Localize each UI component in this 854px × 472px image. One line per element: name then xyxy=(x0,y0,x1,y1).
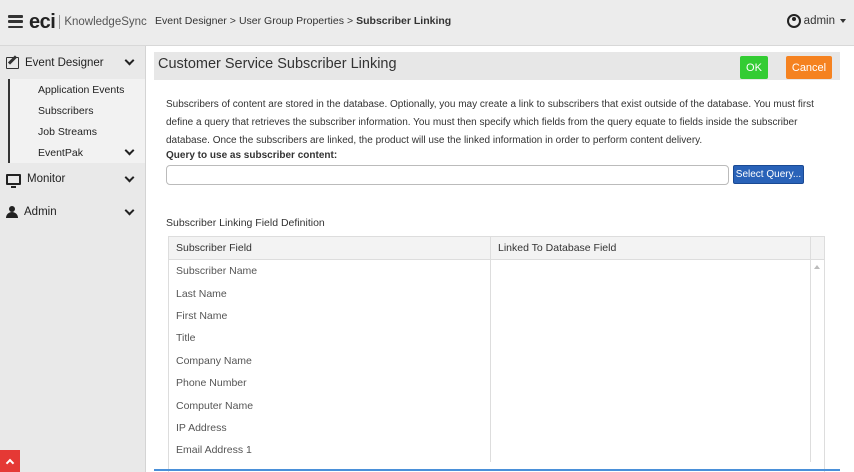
title-bar: Customer Service Subscriber Linking OK C… xyxy=(154,52,840,80)
subscriber-field-cell: Subscriber Name xyxy=(169,260,491,283)
breadcrumb: Event Designer > User Group Properties > Sub… xyxy=(155,15,451,27)
field-definition-grid: Subscriber Field Linked To Database Fiel… xyxy=(168,236,825,472)
subscriber-field-cell: Computer Name xyxy=(169,394,491,417)
subscriber-field-cell: Last Name xyxy=(169,282,491,305)
table-row[interactable]: Title xyxy=(169,327,824,350)
page-scrollbar[interactable] xyxy=(840,46,854,472)
main-panel: Customer Service Subscriber Linking OK C… xyxy=(154,46,840,472)
description-text: Subscribers of content are stored in the… xyxy=(166,99,814,146)
table-row[interactable]: Computer Name xyxy=(169,394,824,417)
table-row[interactable]: Email Address 1 xyxy=(169,439,824,462)
sidebar-item-monitor[interactable]: Monitor xyxy=(0,163,145,195)
sidebar-item-subscribers[interactable]: Subscribers xyxy=(10,100,145,121)
cancel-button[interactable]: Cancel xyxy=(786,56,832,79)
query-input[interactable] xyxy=(166,165,729,185)
grid-scrollbar[interactable] xyxy=(811,260,824,472)
sidebar-item-application-events[interactable]: Application Events xyxy=(10,79,145,100)
breadcrumb-item-user-group-properties[interactable]: User Group Properties xyxy=(239,15,344,27)
user-menu[interactable]: admin xyxy=(786,14,846,28)
breadcrumb-separator: > xyxy=(346,15,354,27)
table-row[interactable]: Subscriber Name xyxy=(169,260,824,283)
logo-brand: eci xyxy=(29,10,56,33)
breadcrumb-current: Subscriber Linking xyxy=(356,15,452,27)
subscriber-field-cell: First Name xyxy=(169,304,491,328)
scroll-up-icon[interactable] xyxy=(814,265,820,269)
app-logo[interactable]: eci KnowledgeSync xyxy=(29,11,147,33)
sidebar-item-event-designer[interactable]: Event Designer xyxy=(0,46,145,79)
sidebar-item-job-streams[interactable]: Job Streams xyxy=(10,121,145,142)
hamburger-menu-icon[interactable] xyxy=(8,15,23,28)
breadcrumb-separator: > xyxy=(229,15,236,27)
subscriber-field-cell: Company Name xyxy=(169,349,491,372)
sidebar: Event Designer Application Events Subscr… xyxy=(0,46,146,472)
linked-field-cell[interactable] xyxy=(491,416,811,440)
bottom-divider xyxy=(154,469,840,471)
select-query-button[interactable]: Select Query... xyxy=(733,165,804,184)
logo-product: KnowledgeSync xyxy=(64,16,147,28)
top-bar: eci KnowledgeSync Event Designer > User Gr… xyxy=(0,0,854,46)
table-row[interactable]: Company Name xyxy=(169,349,824,372)
sidebar-item-eventpak[interactable]: EventPak xyxy=(10,142,145,163)
breadcrumb-item-event-designer[interactable]: Event Designer xyxy=(155,15,227,27)
linked-field-cell[interactable] xyxy=(491,327,811,350)
logo-divider xyxy=(59,15,61,29)
chevron-down-icon xyxy=(124,55,135,66)
monitor-icon xyxy=(6,173,21,188)
section-title: Subscriber Linking Field Definition xyxy=(166,217,325,229)
linked-field-cell[interactable] xyxy=(491,260,811,283)
scroll-to-top-button[interactable] xyxy=(0,450,20,472)
ok-button[interactable]: OK xyxy=(740,56,768,79)
sidebar-label-eventpak: EventPak xyxy=(38,146,83,159)
subscriber-field-cell: Title xyxy=(169,327,491,350)
chevron-down-icon xyxy=(124,172,135,182)
user-circle-icon xyxy=(786,14,801,28)
linked-field-cell[interactable] xyxy=(491,282,811,305)
column-header-linked-field[interactable]: Linked To Database Field xyxy=(491,237,811,259)
linked-field-cell[interactable] xyxy=(491,304,811,328)
grid-body: Subscriber Name Last Name First Name Tit… xyxy=(169,260,824,472)
query-label: Query to use as subscriber content: xyxy=(166,150,338,161)
column-header-subscriber-field[interactable]: Subscriber Field xyxy=(169,237,491,259)
linked-field-cell[interactable] xyxy=(491,439,811,462)
user-icon xyxy=(6,206,18,218)
subscriber-field-cell: IP Address xyxy=(169,416,491,440)
header-spacer xyxy=(811,237,824,259)
table-row[interactable]: Last Name xyxy=(169,282,824,305)
chevron-down-icon xyxy=(124,205,135,215)
table-row[interactable]: Phone Number xyxy=(169,371,824,395)
user-name: admin xyxy=(803,15,835,27)
chevron-down-icon xyxy=(124,145,135,156)
sidebar-label-admin: Admin xyxy=(24,206,57,218)
page-title: Customer Service Subscriber Linking xyxy=(158,56,397,72)
table-row[interactable]: First Name xyxy=(169,304,824,328)
event-designer-submenu: Application Events Subscribers Job Strea… xyxy=(8,79,145,163)
table-row[interactable]: IP Address xyxy=(169,416,824,440)
grid-header: Subscriber Field Linked To Database Fiel… xyxy=(169,236,824,260)
subscriber-field-cell: Phone Number xyxy=(169,371,491,395)
sidebar-label-event-designer: Event Designer xyxy=(25,56,104,69)
caret-down-icon xyxy=(840,19,846,23)
sidebar-label-monitor: Monitor xyxy=(27,173,66,185)
subscriber-field-cell: Email Address 1 xyxy=(169,439,491,462)
chevron-up-icon xyxy=(5,458,15,467)
linked-field-cell[interactable] xyxy=(491,394,811,417)
linked-field-cell[interactable] xyxy=(491,349,811,372)
sidebar-item-admin[interactable]: Admin xyxy=(0,195,145,229)
edit-icon xyxy=(6,56,19,69)
linked-field-cell[interactable] xyxy=(491,371,811,395)
